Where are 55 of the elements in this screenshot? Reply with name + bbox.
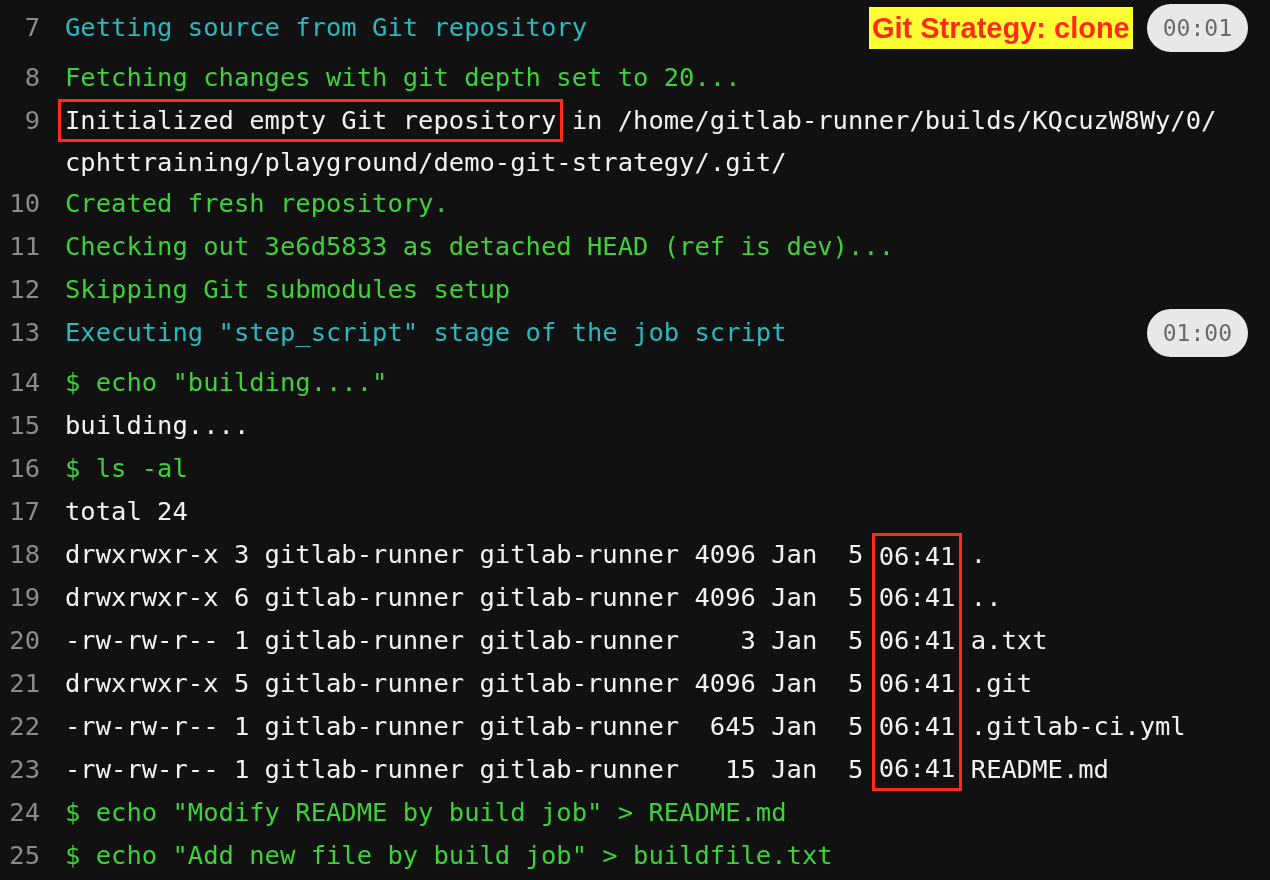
log-text: .gitlab-ci.yml [969,711,1186,741]
line-number: 9 [23,104,40,137]
line-number: 16 [8,452,40,485]
line-number: 20 [8,624,40,657]
line-number: 23 [8,753,40,786]
log-text: Executing "step_script" stage of the job script [65,317,787,347]
log-text: Created fresh repository. [65,188,449,218]
log-text: .git [969,668,1033,698]
log-text: drwxrwxr-x 3 gitlab-runner gitlab-runner 4096 Jan 5 [65,539,865,569]
log-text: -rw-rw-r-- 1 gitlab-runner gitlab-runner 15 Jan 5 [65,754,865,784]
line-number: 25 [8,839,40,872]
log-text: $ echo "Add new file by build job" > buildfile.txt [65,840,833,870]
log-text: a.txt [969,625,1048,655]
line-number: 21 [8,667,40,700]
log-text: .. [969,582,1002,612]
log-text: drwxrwxr-x 5 gitlab-runner gitlab-runner 4096 Jan 5 [65,668,865,698]
duration-badge: 00:01 [1146,3,1248,52]
line-number: 18 [8,538,40,571]
line-number: 12 [8,273,40,306]
log-text: $ echo "Modify README by build job" > README.md [65,797,787,827]
highlighted-text: 06:41 [871,748,963,791]
log-text: $ ls -al [65,453,188,483]
line-number: 19 [8,581,40,614]
log-text: $ echo "building...." [65,367,388,397]
highlighted-text: 06:41 [871,576,963,619]
log-text: drwxrwxr-x 6 gitlab-runner gitlab-runner 4096 Jan 5 [65,582,865,612]
line-number: 10 [8,187,40,220]
line-number: 7 [23,11,40,44]
highlighted-text: 06:41 [871,662,963,705]
log-text: Fetching changes with git depth set to 20... [65,62,741,92]
log-text: total 24 [65,496,188,526]
log-text: README.md [969,754,1109,784]
log-text: . [969,539,987,569]
log-text: -rw-rw-r-- 1 gitlab-runner gitlab-runner 645 Jan 5 [65,711,865,741]
log-text: in /home/gitlab-runner/builds/KQcuzW8Wy/0/ [570,105,1217,135]
highlighted-text: 06:41 [871,705,963,748]
log-text: Getting source from Git repository [65,12,587,42]
annotation-label: Git Strategy: clone [868,6,1133,49]
log-text: Skipping Git submodules setup [65,274,511,304]
log-text: Checking out 3e6d5833 as detached HEAD (ref is dev)... [65,231,895,261]
line-number: 11 [8,230,40,263]
line-number: 17 [8,495,40,528]
log-text: -rw-rw-r-- 1 gitlab-runner gitlab-runner 3 Jan 5 [65,625,865,655]
line-number: 8 [23,61,40,94]
line-number: 14 [8,366,40,399]
line-number: 22 [8,710,40,743]
log-text: building.... [65,410,250,440]
highlighted-text: 06:41 [871,533,963,576]
highlighted-text: Initialized empty Git repository [58,99,564,142]
duration-badge: 01:00 [1146,308,1248,357]
line-number: 13 [8,316,40,349]
log-text: cphttraining/playground/demo-git-strategy/.git/ [65,146,788,179]
highlighted-text: 06:41 [871,619,963,662]
line-number: 24 [8,796,40,829]
line-number: 15 [8,409,40,442]
